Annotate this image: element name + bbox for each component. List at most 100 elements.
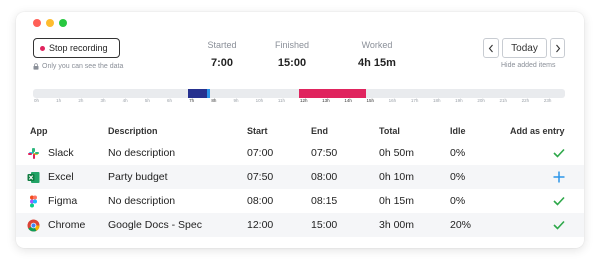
total-time: 0h 50m (379, 147, 415, 159)
stop-recording-label: Stop recording (49, 43, 108, 53)
chevron-left-icon (488, 44, 493, 52)
minimize-window-button[interactable] (46, 19, 54, 27)
idle-percent: 0% (450, 171, 466, 183)
timeline-tick-label: 12h (300, 98, 308, 103)
window-controls (33, 19, 67, 27)
description: No description (108, 195, 176, 207)
worked-label: Worked (361, 40, 393, 50)
timeline-tick-label: 6h (167, 98, 173, 103)
previous-day-button[interactable] (483, 38, 499, 58)
timeline-tick-label: 21h (499, 98, 508, 103)
header-description: Description (108, 125, 158, 136)
timeline-segment[interactable] (188, 89, 207, 98)
app-name: Excel (48, 171, 74, 183)
description: No description (108, 147, 176, 159)
total-time: 0h 10m (379, 171, 415, 183)
timeline-tick-label: 1h (56, 98, 62, 103)
end-time: 07:50 (311, 147, 338, 159)
timeline-tick-label: 16h (388, 98, 397, 103)
timeline-tick-label: 23h (543, 98, 552, 103)
check-icon[interactable] (552, 218, 566, 232)
figma-icon (26, 194, 40, 208)
timeline-tick-label: 19h (455, 98, 463, 103)
table-row[interactable]: Excel Party budget 07:50 08:00 0h 10m 0% (16, 165, 584, 189)
maximize-window-button[interactable] (59, 19, 67, 27)
description: Google Docs - Spec (108, 219, 202, 231)
timeline-tick-label: 15h (366, 98, 375, 103)
table-header: App Description Start End Total Idle Add… (16, 120, 584, 141)
table-row[interactable]: Slack No description 07:00 07:50 0h 50m … (16, 141, 584, 165)
privacy-note-text: Only you can see the data (42, 63, 124, 70)
timeline-tick-label: 4h (122, 98, 128, 103)
total-time: 0h 15m (379, 195, 415, 207)
start-time: 12:00 (247, 219, 274, 231)
timeline-tick-label: 22h (521, 98, 530, 103)
header-total: Total (379, 125, 400, 136)
chrome-icon (26, 218, 40, 232)
record-dot-icon (40, 45, 45, 51)
end-time: 15:00 (311, 219, 338, 231)
hide-added-items-toggle[interactable]: Hide added items (501, 62, 555, 69)
header-add-as-entry: Add as entry (510, 125, 565, 136)
timeline-tick-label: 14h (344, 98, 352, 103)
timeline-tick-label: 10h (255, 98, 264, 103)
timeline-tick-label: 13h (322, 98, 330, 103)
idle-percent: 0% (450, 147, 466, 159)
today-label: Today (511, 42, 538, 54)
check-icon[interactable] (552, 194, 566, 208)
timeline-segment[interactable] (299, 89, 366, 98)
header-app: App (30, 125, 48, 136)
worked-stat: Worked 4h 15m (354, 40, 400, 69)
started-stat: Started 7:00 (202, 40, 242, 69)
started-value: 7:00 (210, 57, 234, 69)
total-time: 3h 00m (379, 219, 415, 231)
idle-percent: 0% (450, 195, 466, 207)
app-name: Chrome (48, 219, 86, 231)
description: Party budget (108, 171, 168, 183)
header-idle: Idle (450, 125, 466, 136)
end-time: 08:00 (311, 171, 338, 183)
table-row[interactable]: Figma No description 08:00 08:15 0h 15m … (16, 189, 584, 213)
start-time: 07:50 (247, 171, 274, 183)
finished-label: Finished (274, 40, 310, 50)
privacy-note: Only you can see the data (33, 63, 123, 70)
chevron-right-icon (555, 44, 560, 52)
next-day-button[interactable] (550, 38, 565, 58)
app-name: Slack (48, 147, 74, 159)
table-row[interactable]: Chrome Google Docs - Spec 12:00 15:00 3h… (16, 213, 584, 237)
finished-stat: Finished 15:00 (270, 40, 314, 69)
timeline-tick-label: 11h (277, 98, 286, 103)
timeline-tick-label: 20h (477, 98, 485, 103)
timeline-tick-label: 2h (78, 98, 84, 103)
timeline-tick-label: 18h (433, 98, 441, 103)
timeline-tick-label: 8h (211, 98, 217, 103)
check-icon[interactable] (552, 146, 566, 160)
timeline-tick-label: 9h (233, 98, 239, 103)
plus-icon[interactable] (552, 170, 566, 184)
timeline-segment[interactable] (206, 89, 211, 98)
app-name: Figma (48, 195, 78, 207)
lock-icon (33, 63, 39, 70)
header-start: Start (247, 125, 268, 136)
day-timeline[interactable]: 0h 1h 2h 3h 4h 5h 6h 7h 8h 9h 10h 11h 12h 13h 14h 15h 16… (33, 89, 565, 103)
header-end: End (311, 125, 328, 136)
start-time: 08:00 (247, 195, 274, 207)
timeline-tick-label: 3h (100, 98, 106, 103)
excel-icon (26, 170, 40, 184)
started-label: Started (207, 40, 237, 50)
timeline-tick-label: 0h (34, 98, 40, 103)
time-tracker-window: Stop recording Only you can see the data… (16, 12, 584, 248)
finished-value: 15:00 (277, 57, 307, 69)
slack-icon (26, 146, 40, 160)
idle-percent: 20% (450, 219, 472, 231)
activity-table: App Description Start End Total Idle Add… (16, 120, 584, 237)
today-button[interactable]: Today (502, 38, 547, 58)
stop-recording-button[interactable]: Stop recording (33, 38, 120, 58)
timeline-tick-label: 7h (189, 98, 195, 103)
timeline-tick-label: 5h (144, 98, 150, 103)
start-time: 07:00 (247, 147, 274, 159)
worked-value: 4h 15m (358, 57, 396, 69)
close-window-button[interactable] (33, 19, 41, 27)
end-time: 08:15 (311, 195, 338, 207)
timeline-tick-label: 17h (410, 98, 419, 103)
